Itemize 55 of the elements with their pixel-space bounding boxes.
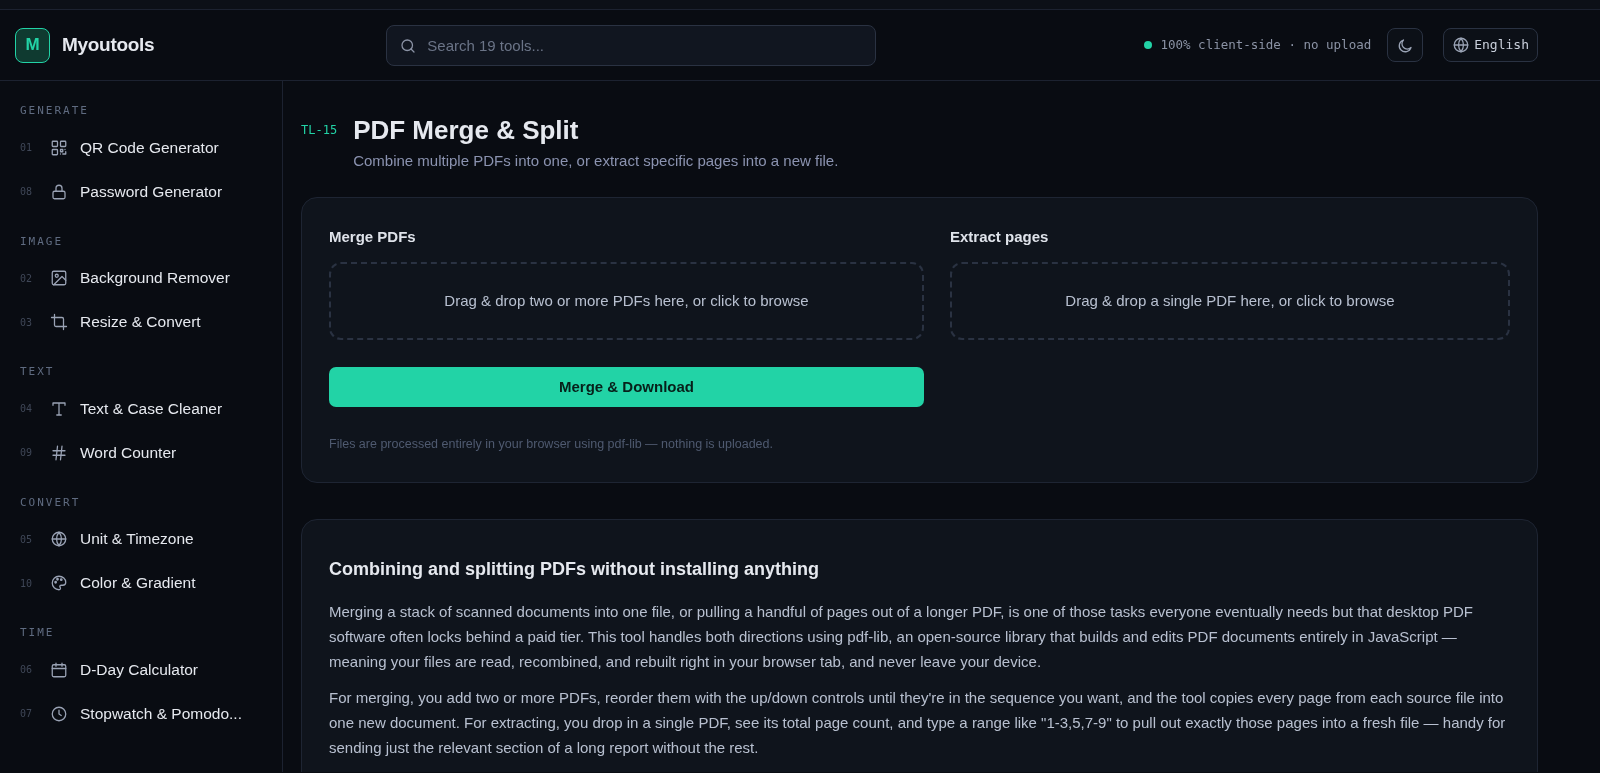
globe-icon xyxy=(1452,36,1471,54)
brand-name[interactable]: Myoutools xyxy=(62,30,155,60)
item-number: 01 xyxy=(20,141,34,155)
padlock-icon xyxy=(50,182,68,201)
section-label: Extract pages xyxy=(950,226,1050,247)
item-number: 09 xyxy=(20,446,34,460)
sidebar-item[interactable]: 10 Color & Gradient xyxy=(20,561,262,605)
sidebar-group-title: GENERATE xyxy=(20,103,90,119)
item-number: 02 xyxy=(20,271,34,286)
item-number: 10 xyxy=(20,576,34,591)
calendar-icon xyxy=(50,660,68,679)
palette-icon xyxy=(50,574,68,592)
tool-code: TL-15 xyxy=(301,122,338,139)
hash-icon xyxy=(50,443,68,462)
drop-zone[interactable]: Drag & drop a single PDF here, or click to browse xyxy=(950,262,1510,341)
item-number: 05 xyxy=(20,532,34,547)
sidebar-item[interactable]: 06 D-Day Calculator xyxy=(20,647,262,692)
sidebar-group-title: TEXT xyxy=(20,364,56,380)
clock-icon xyxy=(50,704,68,723)
crop-icon xyxy=(50,313,68,331)
status-text: 100% client-side · no upload xyxy=(1160,35,1372,54)
page-subtitle: Combine multiple PDFs into one, or extract specific pages into a new file. xyxy=(353,151,839,172)
item-number: 03 xyxy=(20,315,34,330)
merge-download-button[interactable]: Merge & Download xyxy=(329,367,924,408)
sidebar-item[interactable]: 08 Password Generator xyxy=(20,169,262,214)
drop-zone[interactable]: Drag & drop two or more PDFs here, or click to browse xyxy=(329,262,924,341)
sidebar-group-title: TIME xyxy=(20,625,56,641)
logo-icon: M xyxy=(15,27,50,63)
section-label: Merge PDFs xyxy=(329,226,417,247)
image-icon xyxy=(50,269,68,287)
sidebar-item[interactable]: 09 Word Counter xyxy=(20,430,262,475)
item-number: 08 xyxy=(20,185,34,199)
item-number: 07 xyxy=(20,707,34,721)
moon-icon xyxy=(1396,36,1415,55)
privacy-note: Files are processed entirely in your browser using pdf-lib — nothing is uploaded. xyxy=(329,436,774,454)
sidebar-item[interactable]: 05 Unit & Timezone xyxy=(20,517,262,561)
sidebar-item[interactable]: 07 Stopwatch & Pomodo... xyxy=(20,691,262,736)
page-title: PDF Merge & Split xyxy=(353,115,580,147)
sidebar-item[interactable]: 04 Text & Case Cleaner xyxy=(20,386,262,431)
text-icon xyxy=(50,399,68,418)
article-paragraph: Merging a stack of scanned documents into one file, or pulling a handful of pages out of a longer PDF, is one of those tasks everyone eventually needs but that desktop PDF software often locks behind a paid tier. This tool handles both directions using pdf-lib, an open-source library that builds and edits PDF documents entirely in JavaScript — meaning your files are read, recombined, and rebuilt right in your browser tab, and never leave your device. xyxy=(329,601,1475,672)
sidebar-item[interactable]: 02 Background Remover xyxy=(20,256,262,300)
article-heading: Combining and splitting PDFs without installing anything xyxy=(329,557,820,581)
item-number: 04 xyxy=(20,402,34,416)
sidebar-item[interactable]: 03 Resize & Convert xyxy=(20,300,262,344)
sidebar-group-title: IMAGE xyxy=(20,233,65,250)
globe-icon xyxy=(50,530,68,548)
item-number: 06 xyxy=(20,663,34,677)
sidebar-item[interactable]: 01 QR Code Generator xyxy=(20,125,262,170)
qr-code-icon xyxy=(50,138,68,157)
language-button[interactable]: English xyxy=(1443,28,1538,62)
theme-toggle-button[interactable] xyxy=(1387,28,1424,62)
sidebar-group-title: CONVERT xyxy=(20,494,82,511)
search-field[interactable]: Search 19 tools... xyxy=(386,24,877,66)
article-paragraph: For merging, you add two or more PDFs, reorder them with the up/down controls until they're in the sequence you want, and the tool copies every page from each source file into one new document. For extracting, you drop in a single PDF, see its total page count, and type a range like "1-3,5,7-9" to pull out exactly those pages into a fresh file — handy for sending just the relevant section of a long report without the rest. xyxy=(329,687,1507,758)
